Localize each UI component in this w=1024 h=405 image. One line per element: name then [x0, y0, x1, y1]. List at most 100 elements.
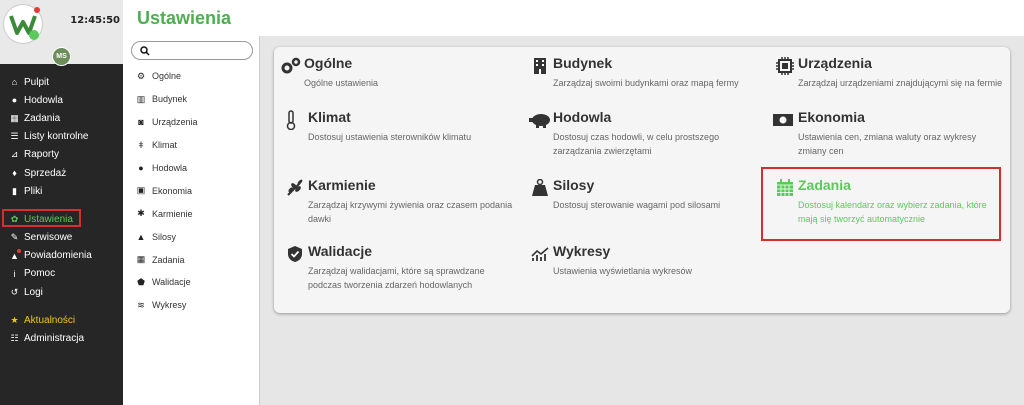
- nav-item-hodowla[interactable]: ● Hodowla: [0, 91, 123, 109]
- avatar[interactable]: MS: [52, 47, 71, 66]
- search-box[interactable]: [131, 41, 253, 60]
- money-icon: [772, 109, 794, 131]
- nav-label: Administracja: [24, 333, 85, 345]
- tile-ekonomia[interactable]: Ekonomia Ustawienia cen, zmiana waluty o…: [772, 109, 1004, 159]
- submenu-item-klimat[interactable]: ǂ Klimat: [123, 134, 260, 157]
- tile-hodowla[interactable]: Hodowla Dostosuj czas hodowli, w celu pr…: [527, 109, 759, 159]
- submenu-item-ekonomia[interactable]: ▣ Ekonomia: [123, 179, 260, 202]
- nav-item-aktualnosci[interactable]: ★ Aktualności: [0, 311, 123, 329]
- chip-icon: [774, 55, 796, 77]
- home-icon: ⌂: [11, 77, 18, 88]
- nav-item-raporty[interactable]: ⊿ Raporty: [0, 146, 123, 164]
- submenu-label: Ekonomia: [152, 185, 193, 196]
- gears-icon: [280, 55, 302, 77]
- wrench-icon: ✎: [10, 232, 19, 243]
- submenu-label: Budynek: [152, 94, 188, 105]
- search-icon: [140, 45, 150, 56]
- tile-title: Walidacje: [308, 243, 373, 259]
- search-input[interactable]: [154, 45, 244, 56]
- tile-klimat[interactable]: Klimat Dostosuj ustawienia sterowników k…: [284, 109, 514, 149]
- nav-item-listy-kontrolne[interactable]: ☰ Listy kontrolne: [0, 128, 123, 146]
- submenu-item-budynek[interactable]: ▥ Budynek: [123, 88, 260, 111]
- clock: 12:45:50: [70, 15, 120, 26]
- nav-item-serwisowe[interactable]: ✎ Serwisowe: [0, 229, 123, 247]
- pig-icon: ●: [11, 95, 18, 106]
- tile-desc: Ustawienia cen, zmiana waluty oraz wykre…: [798, 132, 977, 156]
- tile-desc: Zarządzaj walidacjami, które są sprawdza…: [308, 266, 485, 290]
- nav-label: Hodowla: [24, 94, 63, 106]
- tile-silosy[interactable]: Silosy Dostosuj sterowanie wagami pod si…: [529, 177, 759, 217]
- tile-desc: Dostosuj czas hodowli, w celu prostszego…: [553, 132, 720, 156]
- shield-icon: [284, 243, 306, 265]
- graph-icon: [529, 243, 551, 265]
- nav-item-pliki[interactable]: ▮ Pliki: [0, 182, 123, 200]
- submenu-label: Wykresy: [152, 300, 187, 311]
- submenu-item-ogolne[interactable]: ⚙ Ogólne: [123, 65, 260, 88]
- highlight-zadania: [761, 167, 1001, 241]
- shield-icon: ⬟: [137, 276, 145, 287]
- submenu-label: Hodowla: [152, 163, 188, 173]
- tile-desc: Zarządzaj urządzeniami znajdującymi się …: [798, 78, 1003, 88]
- submenu-list: ⚙ Ogólne ▥ Budynek ◙ Urządzenia ǂ Klimat ● Ho…: [123, 65, 260, 317]
- bag-icon: ♦: [12, 168, 17, 179]
- nav-item-pulpit[interactable]: ⌂ Pulpit: [0, 73, 123, 91]
- highlight-ustawienia: [2, 209, 81, 227]
- tile-urzadzenia[interactable]: Urządzenia Zarządzaj urządzeniami znajdu…: [774, 55, 1006, 95]
- settings-submenu: ⚙ Ogólne ▥ Budynek ◙ Urządzenia ǂ Klimat ● Ho…: [123, 36, 260, 405]
- nav-label: Pliki: [24, 185, 43, 197]
- bell-icon: ▲: [8, 248, 21, 261]
- submenu-item-zadania[interactable]: ▦ Zadania: [123, 248, 260, 271]
- tile-desc: Dostosuj ustawienia sterowników klimatu: [308, 132, 472, 142]
- nav-label: Serwisowe: [24, 232, 73, 244]
- tile-title: Wykresy: [553, 243, 611, 259]
- submenu-label: Silosy: [152, 231, 177, 242]
- pig-icon: ●: [138, 163, 144, 173]
- nav-item-zadania[interactable]: ▦ Zadania: [0, 109, 123, 127]
- submenu-label: Karmienie: [152, 208, 193, 219]
- tile-title: Klimat: [308, 109, 351, 125]
- nav-label: Logi: [24, 286, 43, 298]
- app-logo[interactable]: [4, 5, 42, 43]
- submenu-item-urzadzenia[interactable]: ◙ Urządzenia: [123, 111, 260, 134]
- tile-desc: Dostosuj sterowanie wagami pod silosami: [553, 200, 721, 210]
- nav-item-sprzedaz[interactable]: ♦ Sprzedaż: [0, 164, 123, 182]
- wheat-icon: ✱: [137, 208, 145, 219]
- nav-label: Listy kontrolne: [24, 131, 89, 143]
- tile-karmienie[interactable]: Karmienie Zarządzaj krzywymi żywienia or…: [284, 177, 516, 227]
- tile-ogolne[interactable]: Ogólne Ogólne ustawienia: [280, 55, 510, 95]
- submenu-label: Ogólne: [152, 71, 182, 82]
- list-icon: ☷: [10, 333, 19, 344]
- submenu-label: Urządzenia: [152, 117, 198, 128]
- tile-title: Ekonomia: [798, 109, 865, 125]
- history-icon: ↺: [10, 286, 19, 297]
- nav-item-powiadomienia[interactable]: ▲ Powiadomienia: [0, 247, 123, 265]
- tile-title: Hodowla: [553, 109, 612, 125]
- tile-desc: Ustawienia wyświetlania wykresów: [553, 266, 693, 276]
- submenu-item-walidacje[interactable]: ⬟ Walidacje: [123, 271, 260, 294]
- info-icon: i: [13, 268, 16, 279]
- tile-walidacje[interactable]: Walidacje Zarządzaj walidacjami, które s…: [284, 243, 516, 293]
- file-icon: ▮: [12, 185, 17, 196]
- submenu-item-wykresy[interactable]: ≋ Wykresy: [123, 294, 260, 317]
- submenu-label: Zadania: [152, 254, 185, 265]
- nav-item-pomoc[interactable]: i Pomoc: [0, 265, 123, 283]
- nav-label: Pomoc: [24, 268, 56, 280]
- thermometer-icon: ǂ: [138, 140, 144, 151]
- main-sidebar: 12:45:50 MS ⌂ Pulpit ● Hodowla ▦ Zadania ☰ L…: [0, 0, 123, 405]
- gears-icon: ⚙: [136, 70, 146, 81]
- submenu-label: Klimat: [152, 140, 178, 151]
- checklist-icon: ☰: [10, 131, 19, 142]
- submenu-item-karmienie[interactable]: ✱ Karmienie: [123, 202, 260, 225]
- weight-icon: [529, 177, 551, 199]
- nav-item-logi[interactable]: ↺ Logi: [0, 283, 123, 301]
- tile-wykresy[interactable]: Wykresy Ustawienia wyświetlania wykresów: [529, 243, 759, 283]
- nav-item-administracja[interactable]: ☷ Administracja: [0, 329, 123, 347]
- sidebar-header: 12:45:50 MS: [0, 0, 123, 66]
- tile-title: Ogólne: [304, 55, 353, 71]
- star-icon: ★: [10, 314, 19, 325]
- submenu-item-hodowla[interactable]: ● Hodowla: [123, 157, 260, 180]
- tile-budynek[interactable]: Budynek Zarządzaj swoimi budynkami oraz …: [529, 55, 759, 95]
- submenu-label: Walidacje: [152, 277, 191, 288]
- submenu-item-silosy[interactable]: ▲ Silosy: [123, 225, 260, 248]
- nav-label: Aktualności: [24, 314, 76, 326]
